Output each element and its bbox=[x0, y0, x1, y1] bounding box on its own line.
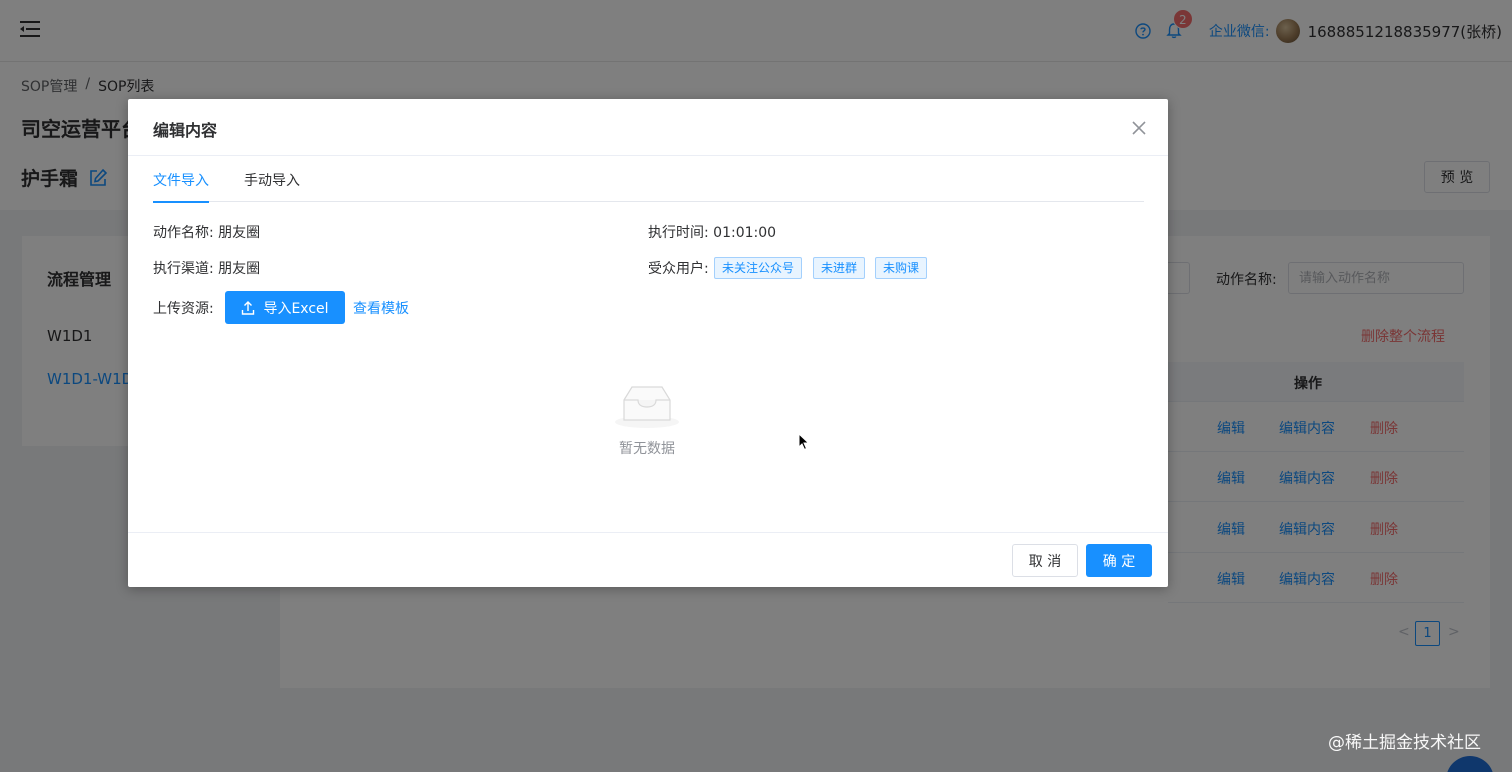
audience-label: 受众用户: bbox=[648, 261, 709, 277]
dialog-header: 编辑内容 bbox=[128, 99, 1168, 156]
upload-icon bbox=[242, 300, 255, 315]
action-name-info: 动作名称: 朋友圈 bbox=[153, 225, 261, 241]
view-template-link[interactable]: 查看模板 bbox=[353, 298, 409, 318]
tab-file-import[interactable]: 文件导入 bbox=[153, 170, 209, 203]
upload-label: 上传资源: bbox=[153, 301, 214, 317]
exec-time-info: 执行时间: 01:01:00 bbox=[648, 225, 777, 241]
mouse-cursor-icon bbox=[798, 433, 810, 451]
edit-content-dialog: 编辑内容 文件导入 手动导入 动作名称: 朋友圈 执行时间: 01:01:00 … bbox=[128, 99, 1168, 587]
cancel-button[interactable]: 取 消 bbox=[1012, 544, 1078, 577]
dialog-title: 编辑内容 bbox=[153, 121, 218, 140]
close-icon[interactable] bbox=[1129, 118, 1149, 138]
confirm-button[interactable]: 确 定 bbox=[1086, 544, 1152, 577]
empty-state-text: 暂无数据 bbox=[619, 441, 675, 457]
watermark: @稀土掘金技术社区 bbox=[1328, 733, 1481, 753]
channel-info: 执行渠道: 朋友圈 bbox=[153, 261, 261, 277]
empty-inbox-icon bbox=[615, 386, 679, 428]
audience-tag: 未购课 bbox=[875, 257, 928, 279]
dialog-tabs: 文件导入 手动导入 bbox=[153, 156, 1144, 203]
dialog-footer: 取 消 确 定 bbox=[128, 532, 1168, 587]
tab-manual-import[interactable]: 手动导入 bbox=[244, 170, 300, 201]
import-excel-button[interactable]: 导入Excel bbox=[225, 291, 345, 324]
audience-tag: 未关注公众号 bbox=[714, 257, 803, 279]
audience-tag: 未进群 bbox=[813, 257, 866, 279]
import-excel-label: 导入Excel bbox=[263, 300, 329, 317]
